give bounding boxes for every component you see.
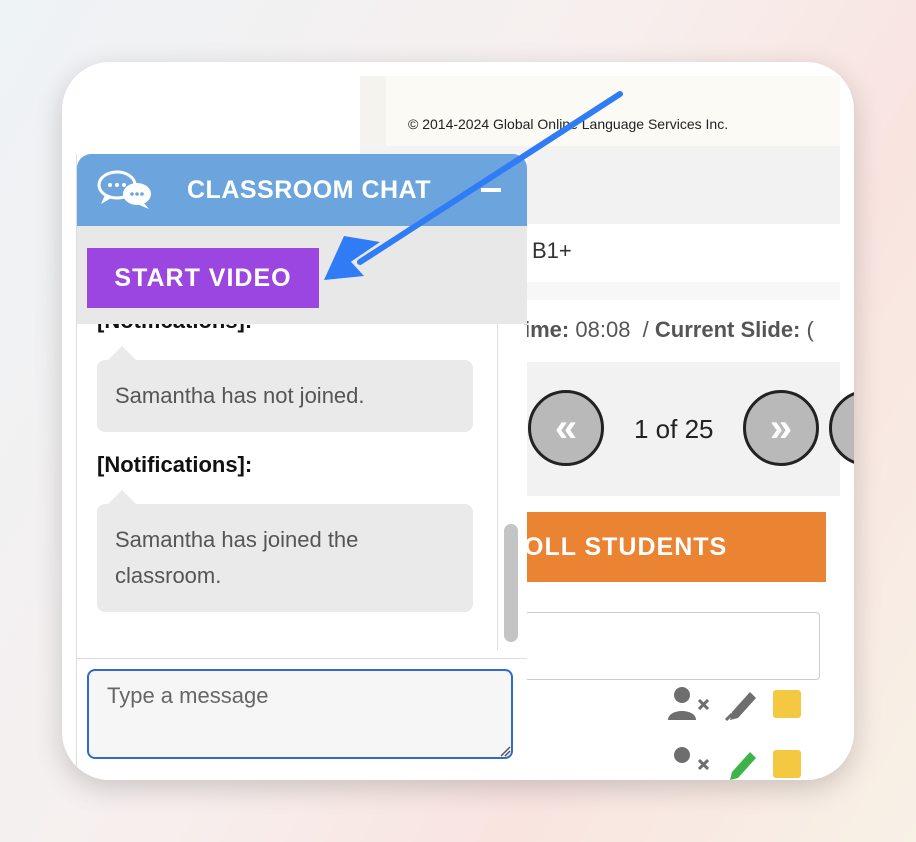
- annotation-arrow-icon: [324, 91, 623, 280]
- screenshot-card: © 2014-2024 Global Online Language Servi…: [62, 62, 854, 780]
